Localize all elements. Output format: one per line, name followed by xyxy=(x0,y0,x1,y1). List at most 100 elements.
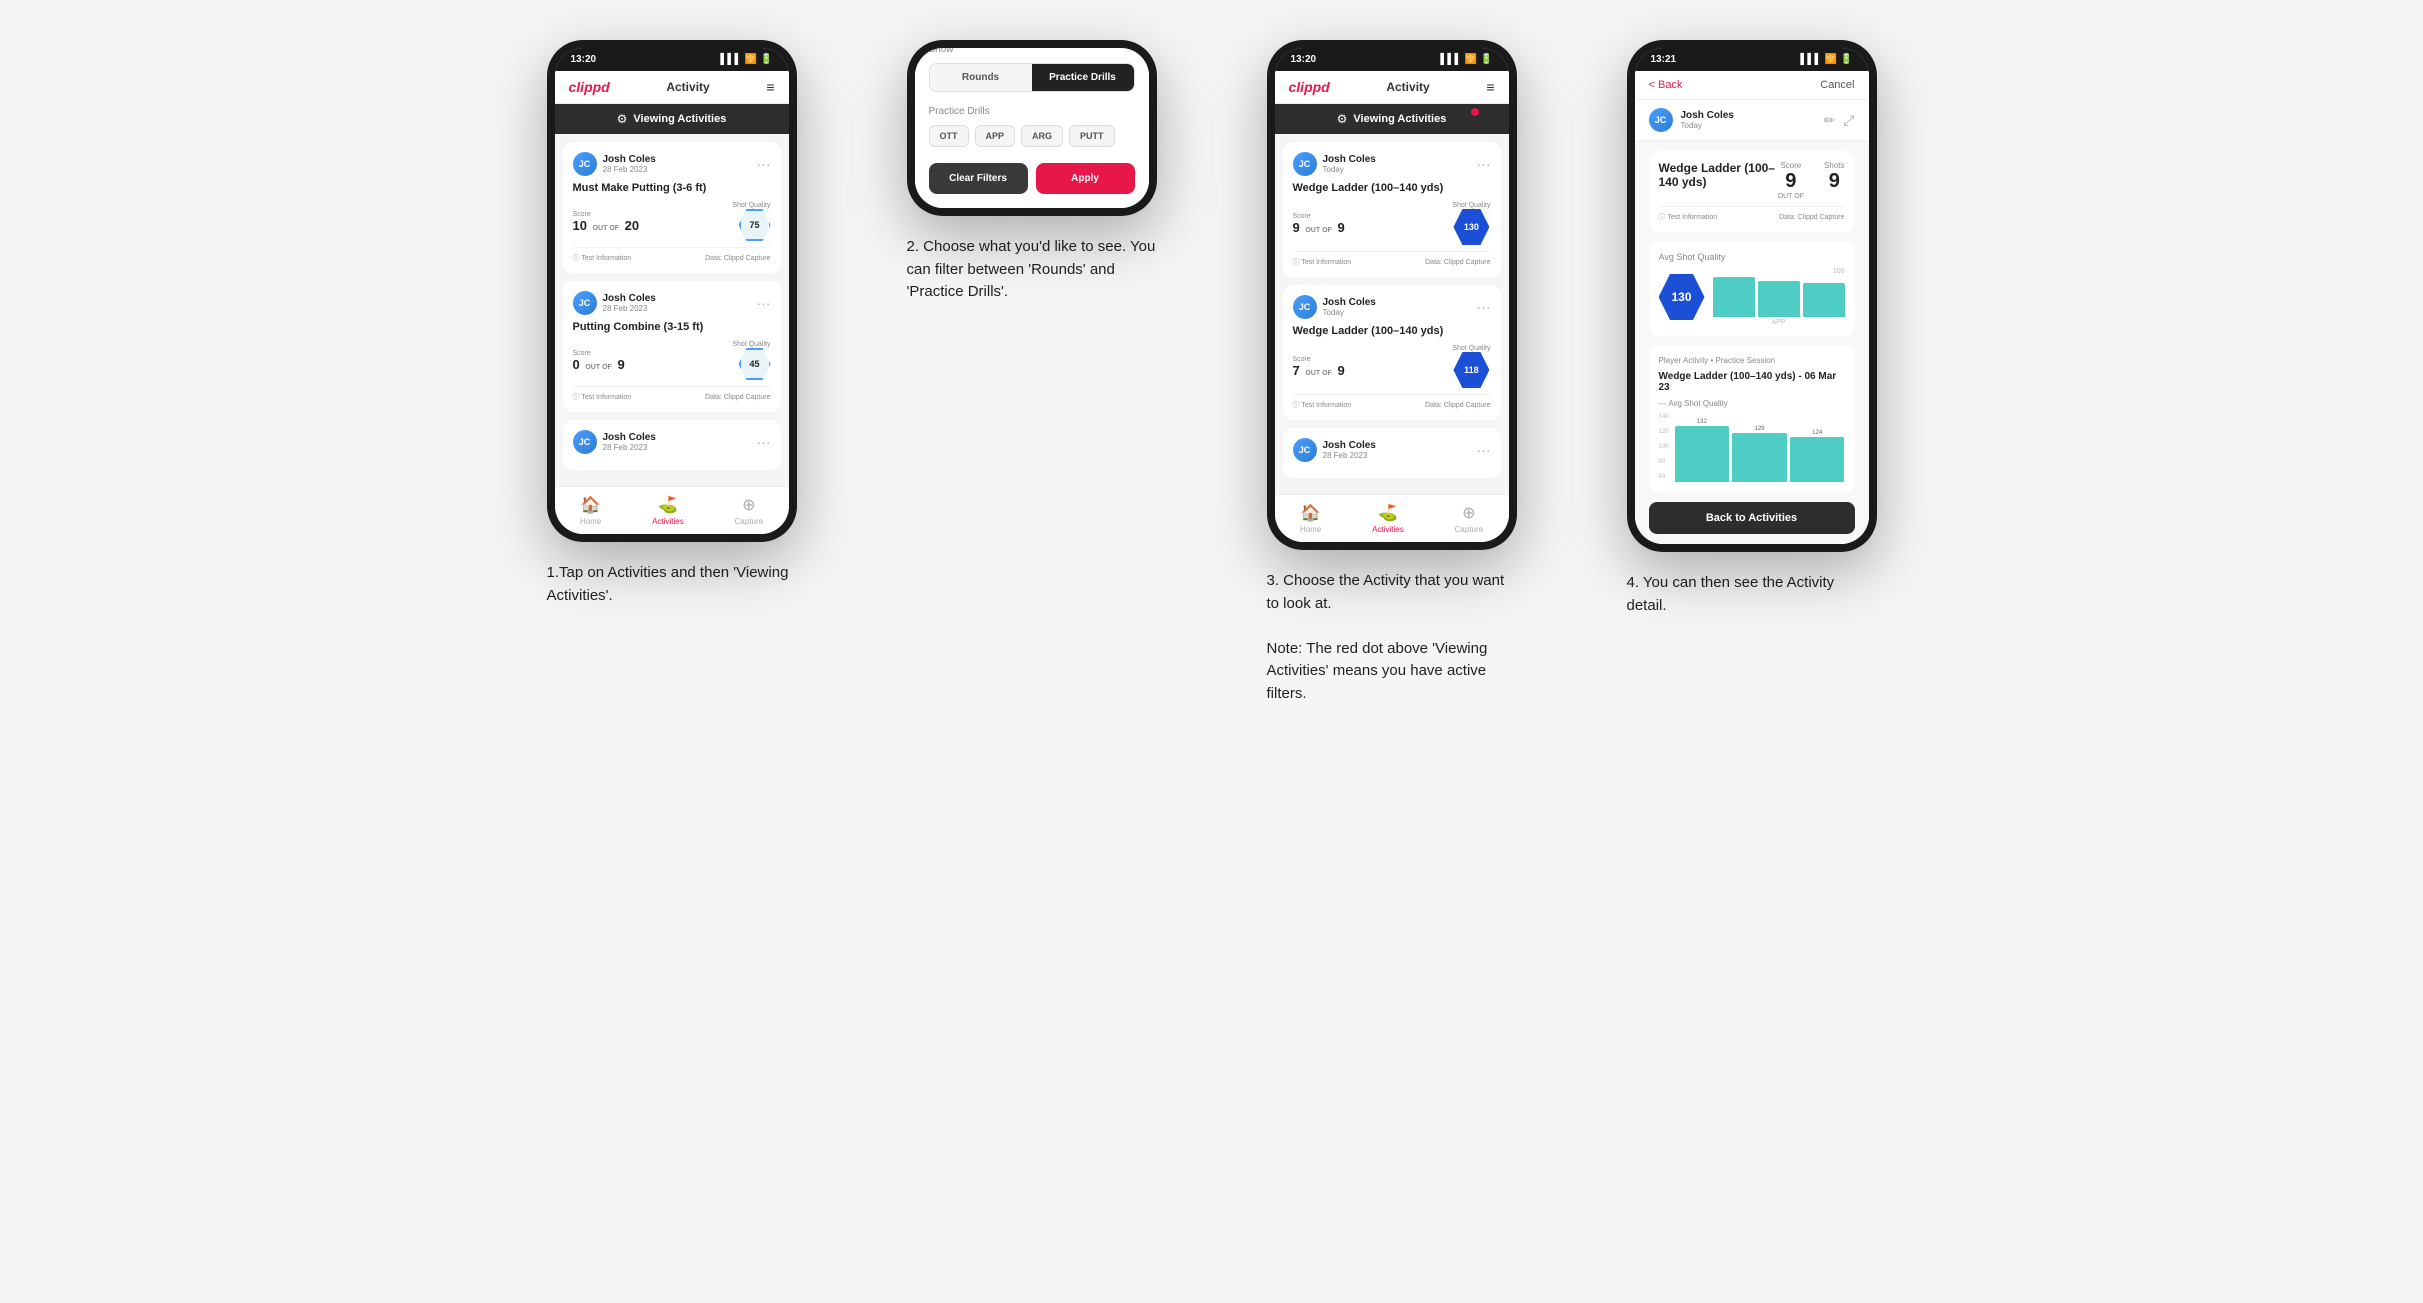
nav-capture-3[interactable]: ⊕ Capture xyxy=(1455,503,1483,534)
edit-icon-4[interactable]: ✏ xyxy=(1824,112,1836,129)
drill-tag-arg[interactable]: ARG xyxy=(1021,125,1063,147)
activity-list-3: JC Josh Coles Today ··· Wedge Ladder (10… xyxy=(1275,134,1509,494)
description-3: 3. Choose the Activity that you want to … xyxy=(1267,570,1517,705)
nav-home-label-1: Home xyxy=(580,517,601,526)
menu-icon-1[interactable]: ≡ xyxy=(766,79,774,95)
avatar-1-1: JC xyxy=(573,152,597,176)
app-logo-1: clippd xyxy=(569,79,610,95)
activity-card-3-1[interactable]: JC Josh Coles Today ··· Wedge Ladder (10… xyxy=(1283,142,1501,277)
user-name-4: Josh Coles xyxy=(1681,110,1734,121)
battery-icon-4: 🔋 xyxy=(1840,54,1852,65)
sq-label-3-1: Shot Quality xyxy=(1452,202,1490,209)
activity-detail-section: Wedge Ladder (100–140 yds) Score 9 OUT O… xyxy=(1649,151,1855,232)
activity-card-1-2[interactable]: JC Josh Coles 28 Feb 2023 ··· Putting Co… xyxy=(563,281,781,412)
more-dots-3-2[interactable]: ··· xyxy=(1477,299,1491,315)
user-date-3-1: Today xyxy=(1323,165,1376,174)
drill-tag-putt[interactable]: PUTT xyxy=(1069,125,1115,147)
phone-frame-1: 13:20 ▌▌▌ 🛜 🔋 clippd Activity ≡ ⚙ xyxy=(547,40,797,542)
description-2: 2. Choose what you'd like to see. You ca… xyxy=(907,236,1157,304)
sq-label-1-2: Shot Quality xyxy=(732,341,770,348)
nav-capture-label-1: Capture xyxy=(735,517,763,526)
detail-user-info-4: JC Josh Coles Today xyxy=(1649,108,1734,132)
avatar-3-1: JC xyxy=(1293,152,1317,176)
more-dots-1-2[interactable]: ··· xyxy=(757,295,771,311)
nav-activities-1[interactable]: ⛳ Activities xyxy=(652,495,684,526)
chart-x-label: APP xyxy=(1713,319,1845,326)
avatar-1-3: JC xyxy=(573,430,597,454)
detail-footer-right: Data: Clippd Capture xyxy=(1779,214,1844,221)
settings-icon-1: ⚙ xyxy=(617,112,628,126)
banner-label-1: Viewing Activities xyxy=(633,113,726,125)
more-dots-1-3[interactable]: ··· xyxy=(757,434,771,450)
activity-card-3-3[interactable]: JC Josh Coles 28 Feb 2023 ··· xyxy=(1283,428,1501,478)
detail-shots-col: Shots 9 xyxy=(1824,161,1844,200)
drill-tag-app[interactable]: APP xyxy=(975,125,1016,147)
card-header-1-2: JC Josh Coles 28 Feb 2023 ··· xyxy=(573,291,771,315)
user-info-3-2: JC Josh Coles Today xyxy=(1293,295,1376,319)
user-info-1-2: JC Josh Coles 28 Feb 2023 xyxy=(573,291,656,315)
sq-label-3-2: Shot Quality xyxy=(1452,345,1490,352)
activity-card-1-1[interactable]: JC Josh Coles 28 Feb 2023 ··· Must Make … xyxy=(563,142,781,273)
clear-filters-button[interactable]: Clear Filters xyxy=(929,163,1028,194)
app-header-1: clippd Activity ≡ xyxy=(555,71,789,104)
bottom-nav-3: 🏠 Home ⛳ Activities ⊕ Capture xyxy=(1275,494,1509,542)
avatar-3-2: JC xyxy=(1293,295,1317,319)
toggle-rounds[interactable]: Rounds xyxy=(930,64,1032,91)
more-dots-3-1[interactable]: ··· xyxy=(1477,156,1491,172)
score-val-1-1: 10 OUT OF 20 xyxy=(573,218,640,233)
avg-sq-label: Avg Shot Quality xyxy=(1659,252,1845,262)
filter-actions: Clear Filters Apply xyxy=(929,163,1135,194)
page-container: 13:20 ▌▌▌ 🛜 🔋 clippd Activity ≡ ⚙ xyxy=(512,40,1912,705)
nav-home-3[interactable]: 🏠 Home xyxy=(1300,503,1321,534)
apply-button[interactable]: Apply xyxy=(1036,163,1135,194)
card-header-1-1: JC Josh Coles 28 Feb 2023 ··· xyxy=(573,152,771,176)
more-dots-3-3[interactable]: ··· xyxy=(1477,442,1491,458)
nav-home-1[interactable]: 🏠 Home xyxy=(580,495,601,526)
card-header-3-1: JC Josh Coles Today ··· xyxy=(1293,152,1491,176)
stats-row-1-1: Score 10 OUT OF 20 Shot Quality xyxy=(573,202,771,241)
session-bar-fill-1 xyxy=(1675,426,1730,482)
session-chart: 1401201008060 132 129 xyxy=(1659,412,1845,482)
drill-tag-ott[interactable]: OTT xyxy=(929,125,969,147)
status-icons-1: ▌▌▌ 🛜 🔋 xyxy=(720,54,772,65)
user-name-1-3: Josh Coles xyxy=(603,432,656,443)
activity-list-1: JC Josh Coles 28 Feb 2023 ··· Must Make … xyxy=(555,134,789,486)
wifi-icon: 🛜 xyxy=(745,54,757,65)
nav-activities-label-1: Activities xyxy=(652,517,684,526)
expand-icon-4[interactable]: ⤢ xyxy=(1843,112,1854,129)
nav-activities-3[interactable]: ⛳ Activities xyxy=(1372,503,1404,534)
bottom-nav-1: 🏠 Home ⛳ Activities ⊕ Capture xyxy=(555,486,789,534)
card-header-3-3: JC Josh Coles 28 Feb 2023 ··· xyxy=(1293,438,1491,462)
notch-4 xyxy=(1712,48,1792,66)
score-label-1-2: Score xyxy=(573,350,625,357)
notch-3 xyxy=(1352,48,1432,66)
menu-icon-3[interactable]: ≡ xyxy=(1486,79,1494,95)
back-button-4[interactable]: < Back xyxy=(1649,79,1683,91)
user-info-3-3: JC Josh Coles 28 Feb 2023 xyxy=(1293,438,1376,462)
session-bar-2: 129 xyxy=(1732,412,1787,482)
detail-score-value: 9 xyxy=(1778,170,1804,193)
nav-capture-1[interactable]: ⊕ Capture xyxy=(735,495,763,526)
chart-bar-2 xyxy=(1758,281,1800,317)
detail-shots-value: 9 xyxy=(1824,170,1844,193)
capture-icon-3: ⊕ xyxy=(1462,503,1475,523)
filter-drills-label: Practice Drills xyxy=(929,106,1135,117)
banner-1[interactable]: ⚙ Viewing Activities xyxy=(555,104,789,134)
activity-card-1-3[interactable]: JC Josh Coles 28 Feb 2023 ··· xyxy=(563,420,781,470)
home-icon-3: 🏠 xyxy=(1301,503,1321,523)
chart-y: 100 xyxy=(1713,268,1845,275)
activity-card-3-2[interactable]: JC Josh Coles Today ··· Wedge Ladder (10… xyxy=(1283,285,1501,420)
cancel-button-4[interactable]: Cancel xyxy=(1820,79,1854,91)
session-bar-fill-2 xyxy=(1732,433,1787,482)
footer-right-3-2: Data: Clippd Capture xyxy=(1425,402,1490,409)
back-to-activities-button[interactable]: Back to Activities xyxy=(1649,502,1855,534)
drill-tags-row: OTT APP ARG PUTT xyxy=(929,125,1135,147)
banner-3[interactable]: ⚙ Viewing Activities xyxy=(1275,104,1509,134)
status-time-4: 13:21 xyxy=(1651,54,1677,65)
sq-badge-large-4: 130 xyxy=(1659,274,1705,320)
more-dots-1-1[interactable]: ··· xyxy=(757,156,771,172)
user-info-3-1: JC Josh Coles Today xyxy=(1293,152,1376,176)
user-name-3-1: Josh Coles xyxy=(1323,154,1376,165)
toggle-practice-drills[interactable]: Practice Drills xyxy=(1032,64,1134,91)
footer-right-1-1: Data: Clippd Capture xyxy=(705,255,770,262)
